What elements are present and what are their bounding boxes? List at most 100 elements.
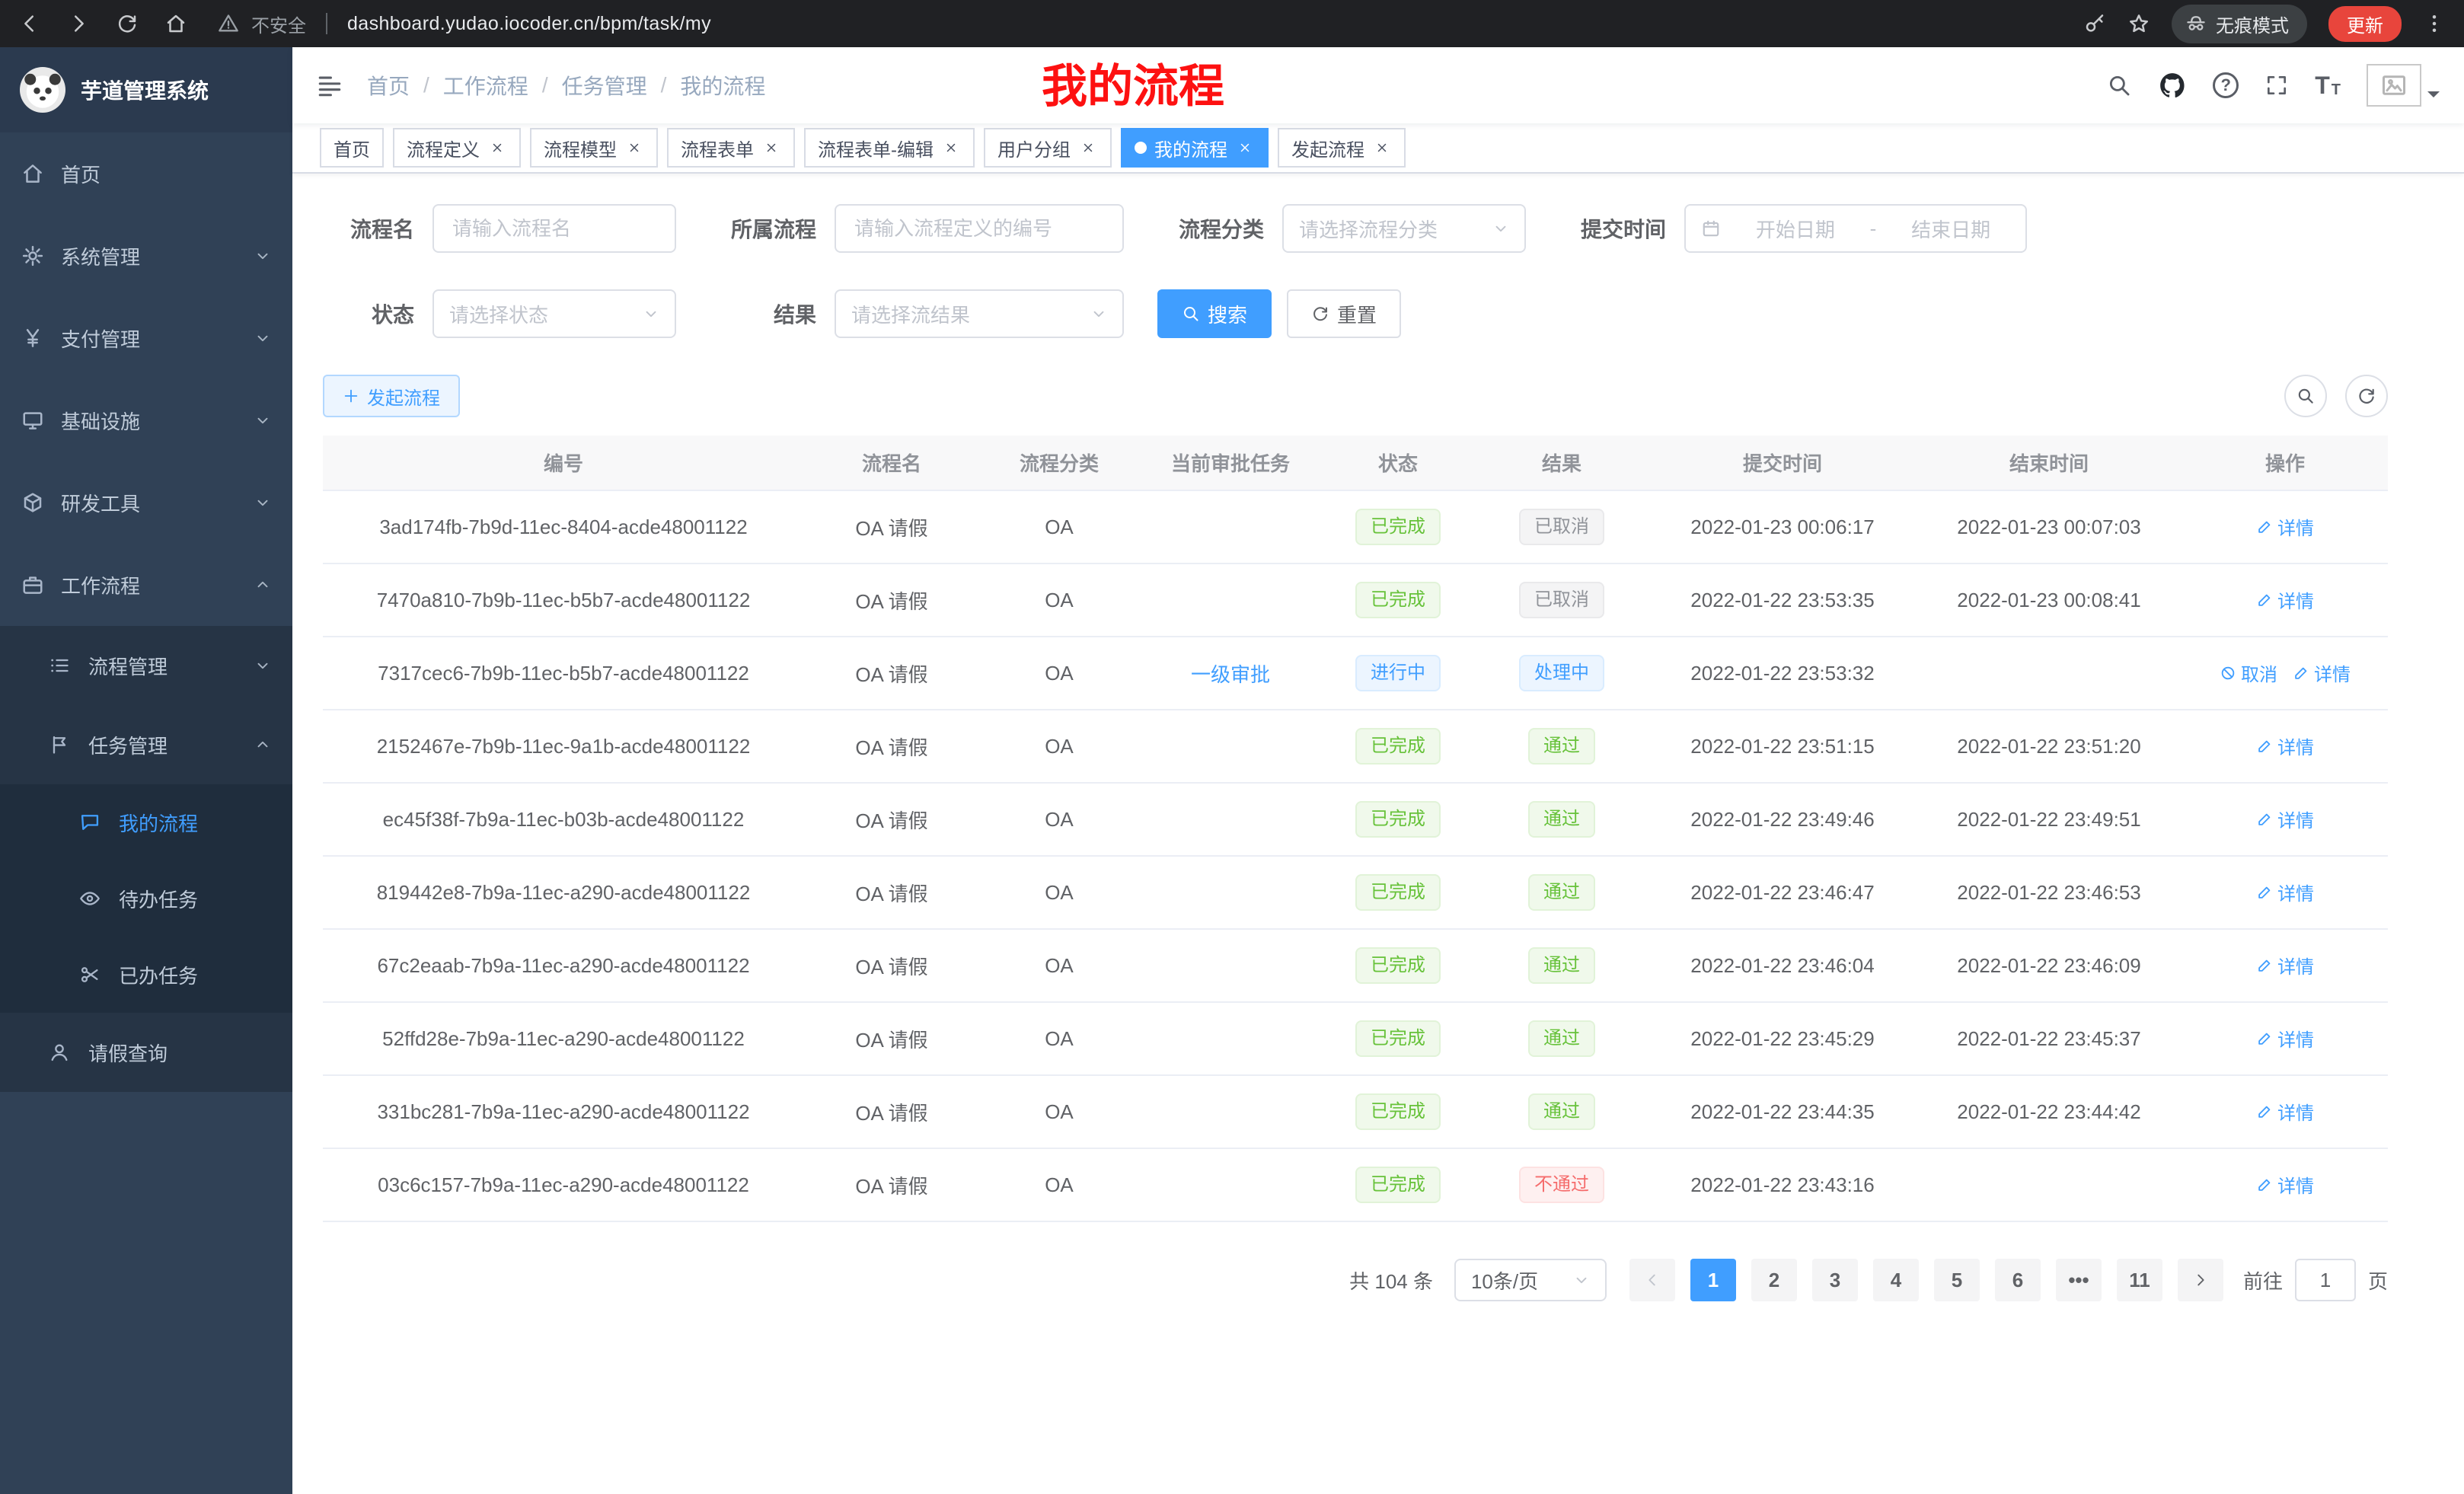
tab-process-form[interactable]: 流程表单 (667, 128, 795, 168)
next-page-button[interactable] (2178, 1259, 2223, 1301)
close-icon[interactable] (487, 138, 507, 158)
app-navbar: 首页 / 工作流程 / 任务管理 / 我的流程 我的流程 (292, 47, 2464, 123)
reset-button[interactable]: 重置 (1287, 289, 1401, 338)
chevron-down-icon (1492, 220, 1509, 237)
security-warning-icon[interactable] (218, 13, 239, 34)
tab-process-definition[interactable]: 流程定义 (393, 128, 521, 168)
page-button-3[interactable]: 3 (1812, 1259, 1858, 1301)
close-icon[interactable] (1372, 138, 1392, 158)
detail-link[interactable]: 详情 (2293, 659, 2351, 686)
app-logo[interactable]: 芋道管理系统 (0, 47, 292, 132)
page-button-2[interactable]: 2 (1751, 1259, 1797, 1301)
category-select[interactable]: 请选择流程分类 (1282, 204, 1526, 253)
chevron-down-icon (643, 305, 659, 322)
sidebar-item-task-management[interactable]: 任务管理 (0, 705, 292, 784)
page-button-11[interactable]: 11 (2117, 1259, 2162, 1301)
result-cell: 处理中 (1474, 637, 1649, 710)
url-text[interactable]: dashboard.yudao.iocoder.cn/bpm/task/my (347, 13, 711, 35)
eye-icon (79, 888, 104, 909)
chrome-update-button[interactable]: 更新 (2328, 6, 2402, 42)
sidebar-item-workflow[interactable]: 工作流程 (0, 544, 292, 626)
breadcrumb-item-workflow[interactable]: 工作流程 (443, 70, 528, 101)
close-icon[interactable] (624, 138, 644, 158)
breadcrumb-item-task-management[interactable]: 任务管理 (562, 70, 647, 101)
detail-link[interactable]: 详情 (2256, 806, 2314, 832)
detail-link[interactable]: 详情 (2256, 1171, 2314, 1198)
tab-start-process[interactable]: 发起流程 (1278, 128, 1406, 168)
browser-forward-button[interactable] (67, 12, 90, 35)
page-button-6[interactable]: 6 (1995, 1259, 2041, 1301)
tab-home[interactable]: 首页 (320, 128, 384, 168)
current-task-cell (1139, 929, 1322, 1002)
sidebar-item-home[interactable]: 首页 (0, 132, 292, 215)
page-button-1[interactable]: 1 (1690, 1259, 1736, 1301)
tab-process-form-edit[interactable]: 流程表单-编辑 (804, 128, 975, 168)
help-icon[interactable] (2213, 72, 2239, 98)
sidebar-item-done-tasks[interactable]: 已办任务 (0, 937, 292, 1013)
page-button-5[interactable]: 5 (1934, 1259, 1980, 1301)
process-definition-input[interactable] (835, 204, 1124, 253)
sidebar-item-leave-query[interactable]: 请假查询 (0, 1013, 292, 1092)
status-select[interactable]: 请选择状态 (432, 289, 676, 338)
cancel-link[interactable]: 取消 (2220, 659, 2277, 686)
detail-link[interactable]: 详情 (2256, 1098, 2314, 1125)
password-key-icon[interactable] (2083, 12, 2106, 35)
sidebar-item-todo-tasks[interactable]: 待办任务 (0, 860, 292, 937)
detail-link[interactable]: 详情 (2256, 879, 2314, 905)
hamburger-icon[interactable] (317, 72, 343, 98)
page-ellipsis[interactable]: ••• (2056, 1259, 2102, 1301)
goto-page-input[interactable] (2295, 1259, 2356, 1301)
refresh-table-button[interactable] (2345, 375, 2388, 417)
chevron-up-icon (254, 576, 271, 593)
search-button[interactable]: 搜索 (1157, 289, 1272, 338)
user-avatar[interactable] (2367, 64, 2440, 107)
sidebar-item-process-management[interactable]: 流程管理 (0, 626, 292, 705)
browser-home-button[interactable] (164, 12, 187, 35)
close-icon[interactable] (1078, 138, 1098, 158)
tab-my-process[interactable]: 我的流程 (1121, 128, 1269, 168)
sidebar-item-dev-tools[interactable]: 研发工具 (0, 461, 292, 544)
close-icon[interactable] (761, 138, 781, 158)
incognito-profile-chip[interactable]: 无痕模式 (2172, 5, 2307, 43)
start-date-placeholder[interactable]: 开始日期 (1736, 215, 1855, 243)
detail-link[interactable]: 详情 (2256, 586, 2314, 613)
breadcrumb-item-home[interactable]: 首页 (367, 70, 410, 101)
sidebar-item-my-process[interactable]: 我的流程 (0, 784, 292, 860)
page-size-select[interactable]: 10条/页 (1454, 1259, 1607, 1301)
detail-link[interactable]: 详情 (2256, 952, 2314, 978)
sidebar-item-payment-management[interactable]: 支付管理 (0, 297, 292, 379)
caret-down-icon (2427, 91, 2440, 104)
tab-user-group[interactable]: 用户分组 (984, 128, 1112, 168)
detail-link[interactable]: 详情 (2256, 513, 2314, 540)
chrome-menu-icon[interactable] (2423, 12, 2446, 35)
current-task-link[interactable]: 一级审批 (1191, 663, 1270, 686)
date-separator: - (1870, 217, 1877, 241)
github-icon[interactable] (2158, 71, 2187, 100)
close-icon[interactable] (941, 138, 961, 158)
header-search-icon[interactable] (2106, 72, 2132, 98)
start-process-button[interactable]: 发起流程 (323, 375, 460, 417)
security-label[interactable]: 不安全 (251, 11, 306, 37)
result-select[interactable]: 请选择流结果 (835, 289, 1124, 338)
bookmark-star-icon[interactable] (2127, 12, 2150, 35)
process-name-input[interactable] (432, 204, 676, 253)
sidebar-item-system-management[interactable]: 系统管理 (0, 215, 292, 297)
date-range-picker[interactable]: 开始日期 - 结束日期 (1684, 204, 2027, 253)
page-button-4[interactable]: 4 (1873, 1259, 1919, 1301)
address-bar[interactable]: 不安全 dashboard.yudao.iocoder.cn/bpm/task/… (218, 11, 2065, 37)
browser-back-button[interactable] (18, 12, 41, 35)
detail-link[interactable]: 详情 (2256, 1025, 2314, 1052)
sidebar-item-infrastructure[interactable]: 基础设施 (0, 379, 292, 461)
close-icon[interactable] (1235, 138, 1255, 158)
fullscreen-icon[interactable] (2265, 73, 2289, 97)
detail-link[interactable]: 详情 (2256, 733, 2314, 759)
prev-page-button[interactable] (1629, 1259, 1675, 1301)
toggle-search-button[interactable] (2284, 375, 2327, 417)
result-cell: 已取消 (1474, 490, 1649, 563)
tab-process-model[interactable]: 流程模型 (530, 128, 658, 168)
gear-icon (21, 244, 46, 267)
font-size-icon[interactable] (2315, 73, 2341, 97)
browser-reload-button[interactable] (116, 12, 139, 35)
end-date-placeholder[interactable]: 结束日期 (1891, 215, 2010, 243)
tab-label: 流程模型 (544, 135, 617, 161)
